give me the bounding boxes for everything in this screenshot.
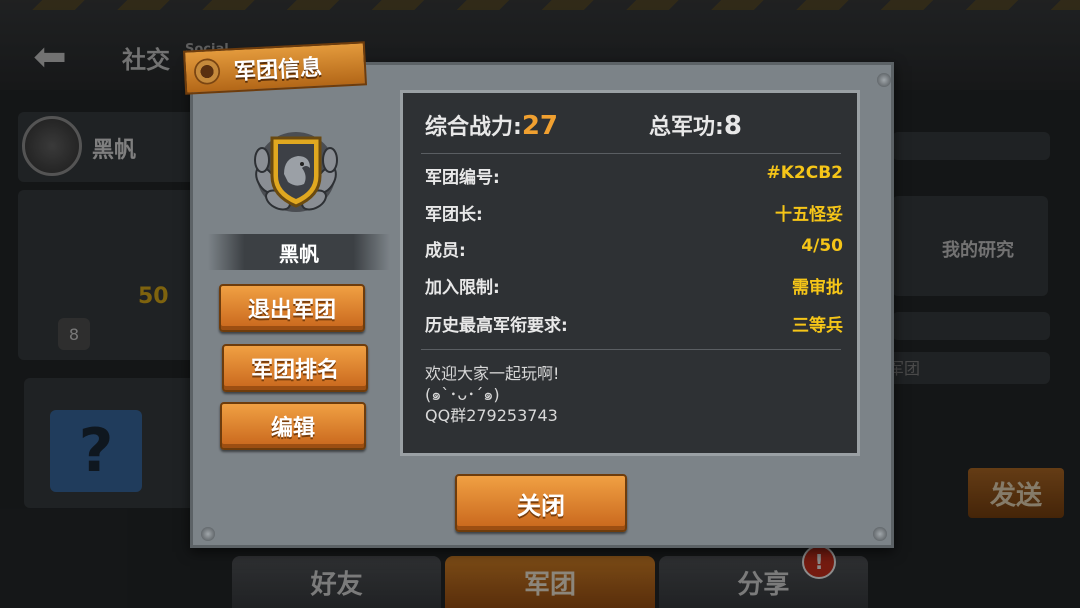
info-row-id: 军团编号: #K2CB2 xyxy=(425,163,843,188)
screw-icon xyxy=(873,527,887,541)
info-key: 军团编号: xyxy=(425,168,500,188)
info-value: 4/50 xyxy=(801,236,843,256)
info-row-join-limit: 加入限制: 需审批 xyxy=(425,273,843,298)
gear-icon xyxy=(193,57,221,86)
info-key: 军团长: xyxy=(425,205,483,225)
merit-value: 8 xyxy=(723,111,742,141)
quit-guild-button[interactable]: 退出军团 xyxy=(219,284,365,332)
info-key: 加入限制: xyxy=(425,278,500,298)
info-key: 历史最高军衔要求: xyxy=(425,316,568,336)
info-value: 三等兵 xyxy=(792,316,843,336)
info-value: #K2CB2 xyxy=(766,163,843,183)
guild-emblem-icon xyxy=(254,132,338,212)
info-value: 十五怪妥 xyxy=(775,205,843,225)
power-stat: 综合战力:27 xyxy=(425,109,558,141)
divider xyxy=(421,153,841,154)
merit-label: 总军功: xyxy=(649,115,724,140)
dialog-title: 军团信息 xyxy=(233,55,323,86)
screw-icon xyxy=(877,73,891,87)
merit-stat: 总军功:8 xyxy=(649,109,742,141)
close-button[interactable]: 关闭 xyxy=(455,474,627,532)
info-row-rank-req: 历史最高军衔要求: 三等兵 xyxy=(425,311,843,336)
info-row-members: 成员: 4/50 xyxy=(425,236,843,261)
divider xyxy=(421,349,841,350)
guild-name: 黑帆 xyxy=(279,242,319,266)
edit-button[interactable]: 编辑 xyxy=(220,402,366,450)
power-value: 27 xyxy=(521,111,558,141)
screw-icon xyxy=(201,527,215,541)
guild-ranking-button[interactable]: 军团排名 xyxy=(222,344,368,392)
info-value: 需审批 xyxy=(792,278,843,298)
power-label: 综合战力: xyxy=(425,115,522,140)
guild-info-panel: 综合战力:27 总军功:8 军团编号: #K2CB2 军团长: 十五怪妥 成员:… xyxy=(400,90,860,456)
guild-description: 欢迎大家一起玩啊! (๑`･ᴗ･´๑) QQ群279253743 xyxy=(425,364,560,425)
info-key: 成员: xyxy=(425,241,466,261)
info-row-leader: 军团长: 十五怪妥 xyxy=(425,200,843,225)
